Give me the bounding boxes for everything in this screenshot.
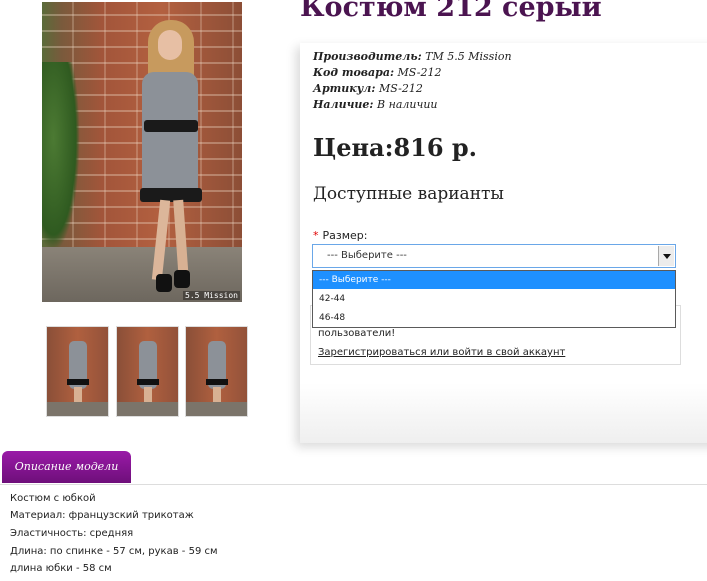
- size-label-text: Размер:: [322, 229, 368, 242]
- model-shoe: [156, 274, 172, 292]
- size-label: * Размер:: [313, 229, 367, 242]
- description-line: Материал: французский трикотаж: [10, 510, 194, 521]
- main-product-image[interactable]: 5.5 Mission: [42, 2, 242, 302]
- product-code-row: Код товара: MS-212: [313, 66, 441, 79]
- thumb-lace: [206, 379, 228, 385]
- manufacturer-row: Производитель: ТМ 5.5 Mission: [313, 50, 512, 63]
- article-value: MS-212: [378, 82, 423, 95]
- availability-label: Наличие:: [313, 98, 374, 111]
- manufacturer-value: ТМ 5.5 Mission: [425, 50, 512, 63]
- description-line: Эластичность: средняя: [10, 528, 134, 539]
- chevron-down-icon[interactable]: [658, 246, 674, 266]
- article-label: Артикул:: [313, 82, 376, 95]
- thumb-ground: [117, 402, 178, 416]
- image-watermark: 5.5 Mission: [183, 291, 240, 300]
- register-login-link[interactable]: Зарегистрироваться или войти в свой акка…: [318, 347, 565, 358]
- model-shoe: [174, 270, 190, 288]
- description-line: Длина: по спинке - 57 см, рукав - 59 см: [10, 546, 218, 557]
- thumb-lace: [67, 379, 89, 385]
- product-info-panel: Производитель: ТМ 5.5 Mission Код товара…: [300, 43, 707, 443]
- availability-value: В наличии: [377, 98, 438, 111]
- article-row: Артикул: MS-212: [313, 82, 423, 95]
- required-mark: *: [313, 229, 319, 242]
- model-leg: [151, 199, 171, 281]
- dress-lace-top: [144, 120, 198, 132]
- manufacturer-label: Производитель:: [313, 50, 422, 63]
- product-code-value: MS-212: [397, 66, 442, 79]
- product-price: Цена:816 р.: [313, 133, 478, 162]
- model-dress: [142, 72, 198, 202]
- variants-heading: Доступные варианты: [313, 184, 504, 204]
- thumbnail-1[interactable]: [46, 326, 109, 417]
- size-select[interactable]: --- Выберите ---: [312, 244, 676, 268]
- size-option-46-48[interactable]: 46-48: [313, 309, 675, 327]
- product-title: Костюм 212 серый: [300, 0, 602, 23]
- description-line: Костюм с юбкой: [10, 493, 96, 504]
- plant-background: [42, 62, 80, 252]
- description-line: длина юбки - 58 см: [10, 563, 112, 574]
- model-face: [158, 30, 182, 60]
- model-figure: [120, 20, 230, 300]
- tab-divider: [0, 484, 707, 485]
- thumbnail-2[interactable]: [116, 326, 179, 417]
- thumb-lace: [137, 379, 159, 385]
- availability-row: Наличие: В наличии: [313, 98, 437, 111]
- size-select-value: --- Выберите ---: [327, 250, 407, 261]
- login-notice-text: пользователи!: [318, 328, 396, 339]
- size-dropdown-list: --- Выберите --- 42-44 46-48: [312, 270, 676, 328]
- size-option-42-44[interactable]: 42-44: [313, 290, 675, 308]
- dress-lace-bottom: [140, 188, 202, 202]
- product-code-label: Код товара:: [313, 66, 395, 79]
- size-option-placeholder[interactable]: --- Выберите ---: [313, 271, 675, 289]
- thumb-ground: [186, 402, 247, 416]
- model-leg: [173, 199, 189, 281]
- tab-description[interactable]: Описание модели: [2, 451, 131, 483]
- thumb-ground: [47, 402, 108, 416]
- thumbnail-3[interactable]: [185, 326, 248, 417]
